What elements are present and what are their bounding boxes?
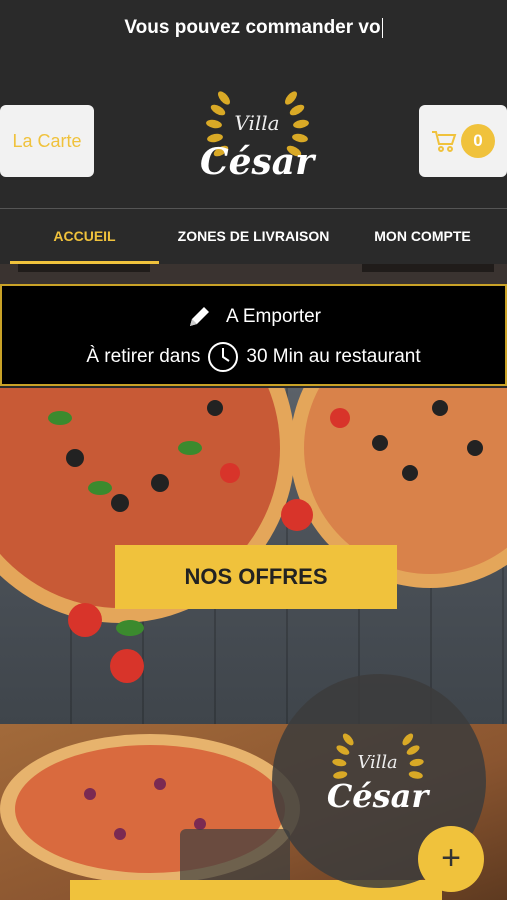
pencil-icon xyxy=(189,307,209,326)
villa-cesar-logo: Villa César xyxy=(200,91,317,183)
tab-accueil[interactable]: ACCUEIL xyxy=(0,209,169,264)
tab-mon-compte[interactable]: MON COMPTE xyxy=(338,209,507,264)
cart-icon xyxy=(432,131,457,152)
tab-zones-de-livraison[interactable]: ZONES DE LIVRAISON xyxy=(169,209,338,264)
order-mode-label: A Emporter xyxy=(225,306,322,327)
svg-text:César: César xyxy=(327,777,431,815)
marquee-banner: Vous pouvez commander vo xyxy=(0,0,507,56)
la-carte-label: La Carte xyxy=(12,130,82,151)
cart-button[interactable]: 0 xyxy=(419,105,507,177)
clock-icon xyxy=(208,342,239,372)
floating-villa-cesar-logo: Villa César xyxy=(327,733,431,815)
pickup-prefix: À retirer dans xyxy=(86,346,201,367)
main-nav: ACCUEIL ZONES DE LIVRAISON MON COMPTE xyxy=(0,208,507,264)
add-fab-button[interactable]: + xyxy=(418,826,484,892)
text-cursor xyxy=(381,17,383,38)
pickup-suffix: 30 Min au restaurant xyxy=(246,346,421,367)
carousel-thumb xyxy=(18,264,150,272)
cart-count-badge: 0 xyxy=(461,124,495,158)
pizza-hero-image: NOS OFFRES xyxy=(0,388,507,724)
carousel-strip xyxy=(0,264,507,284)
app-header: La Carte Villa César 0 xyxy=(0,56,507,208)
svg-text:Villa: Villa xyxy=(357,753,397,773)
la-carte-button[interactable]: La Carte xyxy=(0,105,94,177)
order-mode-box: A Emporter À retirer dans 30 Min au rest… xyxy=(0,284,507,386)
carousel-thumb xyxy=(362,264,494,272)
marquee-text: Vous pouvez commander vo xyxy=(124,17,381,38)
plus-icon: + xyxy=(441,839,461,877)
svg-text:Villa: Villa xyxy=(234,111,279,135)
svg-text:César: César xyxy=(200,141,317,183)
nos-offres-button[interactable]: NOS OFFRES xyxy=(115,545,397,609)
nos-offres-label: NOS OFFRES xyxy=(184,564,328,589)
